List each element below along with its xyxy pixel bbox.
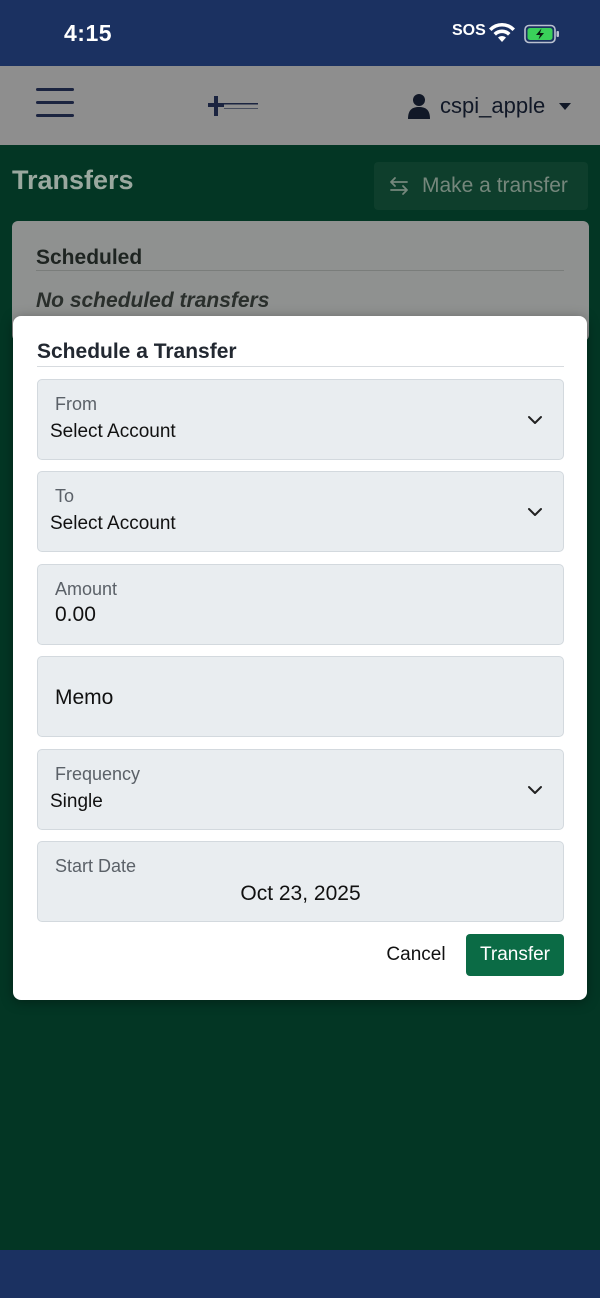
scheduled-empty-text: No scheduled transfers [36,289,270,312]
from-label: From [55,394,97,414]
from-account-select[interactable]: From Select Account [37,379,564,460]
start-date-value: Oct 23, 2025 [240,882,361,905]
wifi-icon [489,22,515,42]
page-title: Transfers [12,165,134,195]
divider [37,366,564,367]
frequency-value: Single [50,791,103,812]
transfer-button[interactable]: Transfer [466,934,564,976]
amount-label: Amount [55,579,118,599]
start-date-label: Start Date [55,856,137,876]
username: cspi_apple [440,93,546,118]
amount-field[interactable]: Amount 0.00 [37,564,564,645]
from-value: Select Account [50,421,176,442]
divider [36,270,564,271]
chevron-down-icon [528,508,542,516]
battery-charging-icon [524,24,559,44]
user-icon [408,94,430,119]
status-bar: 4:15 SOS [0,0,600,66]
to-account-select[interactable]: To Select Account [37,471,564,552]
to-label: To [55,486,75,506]
memo-field[interactable]: Memo [37,656,564,737]
chevron-down-icon [528,416,542,424]
amount-value: 0.00 [55,603,96,626]
make-transfer-button[interactable]: Make a transfer [374,162,588,210]
status-time: 4:15 [64,20,113,46]
user-menu[interactable]: cspi_apple [408,90,572,122]
cancel-button[interactable]: Cancel [374,934,458,976]
app-header: cspi_apple [0,66,600,145]
to-value: Select Account [50,513,176,534]
schedule-transfer-modal: Schedule a Transfer From Select Account … [13,316,587,1000]
start-date-field[interactable]: Start Date Oct 23, 2025 [37,841,564,922]
make-transfer-label: Make a transfer [422,174,568,197]
bottom-bar [0,1250,600,1298]
scheduled-heading: Scheduled [36,246,143,269]
hamburger-menu-icon[interactable] [36,88,74,120]
frequency-select[interactable]: Frequency Single [37,749,564,830]
caret-down-icon [559,102,572,110]
swap-arrows-icon [390,177,408,195]
memo-placeholder: Memo [55,686,114,709]
bank-logo[interactable] [206,94,260,118]
chevron-down-icon [528,786,542,794]
sos-indicator: SOS [452,22,486,39]
modal-title: Schedule a Transfer [37,340,237,363]
frequency-label: Frequency [55,764,141,784]
